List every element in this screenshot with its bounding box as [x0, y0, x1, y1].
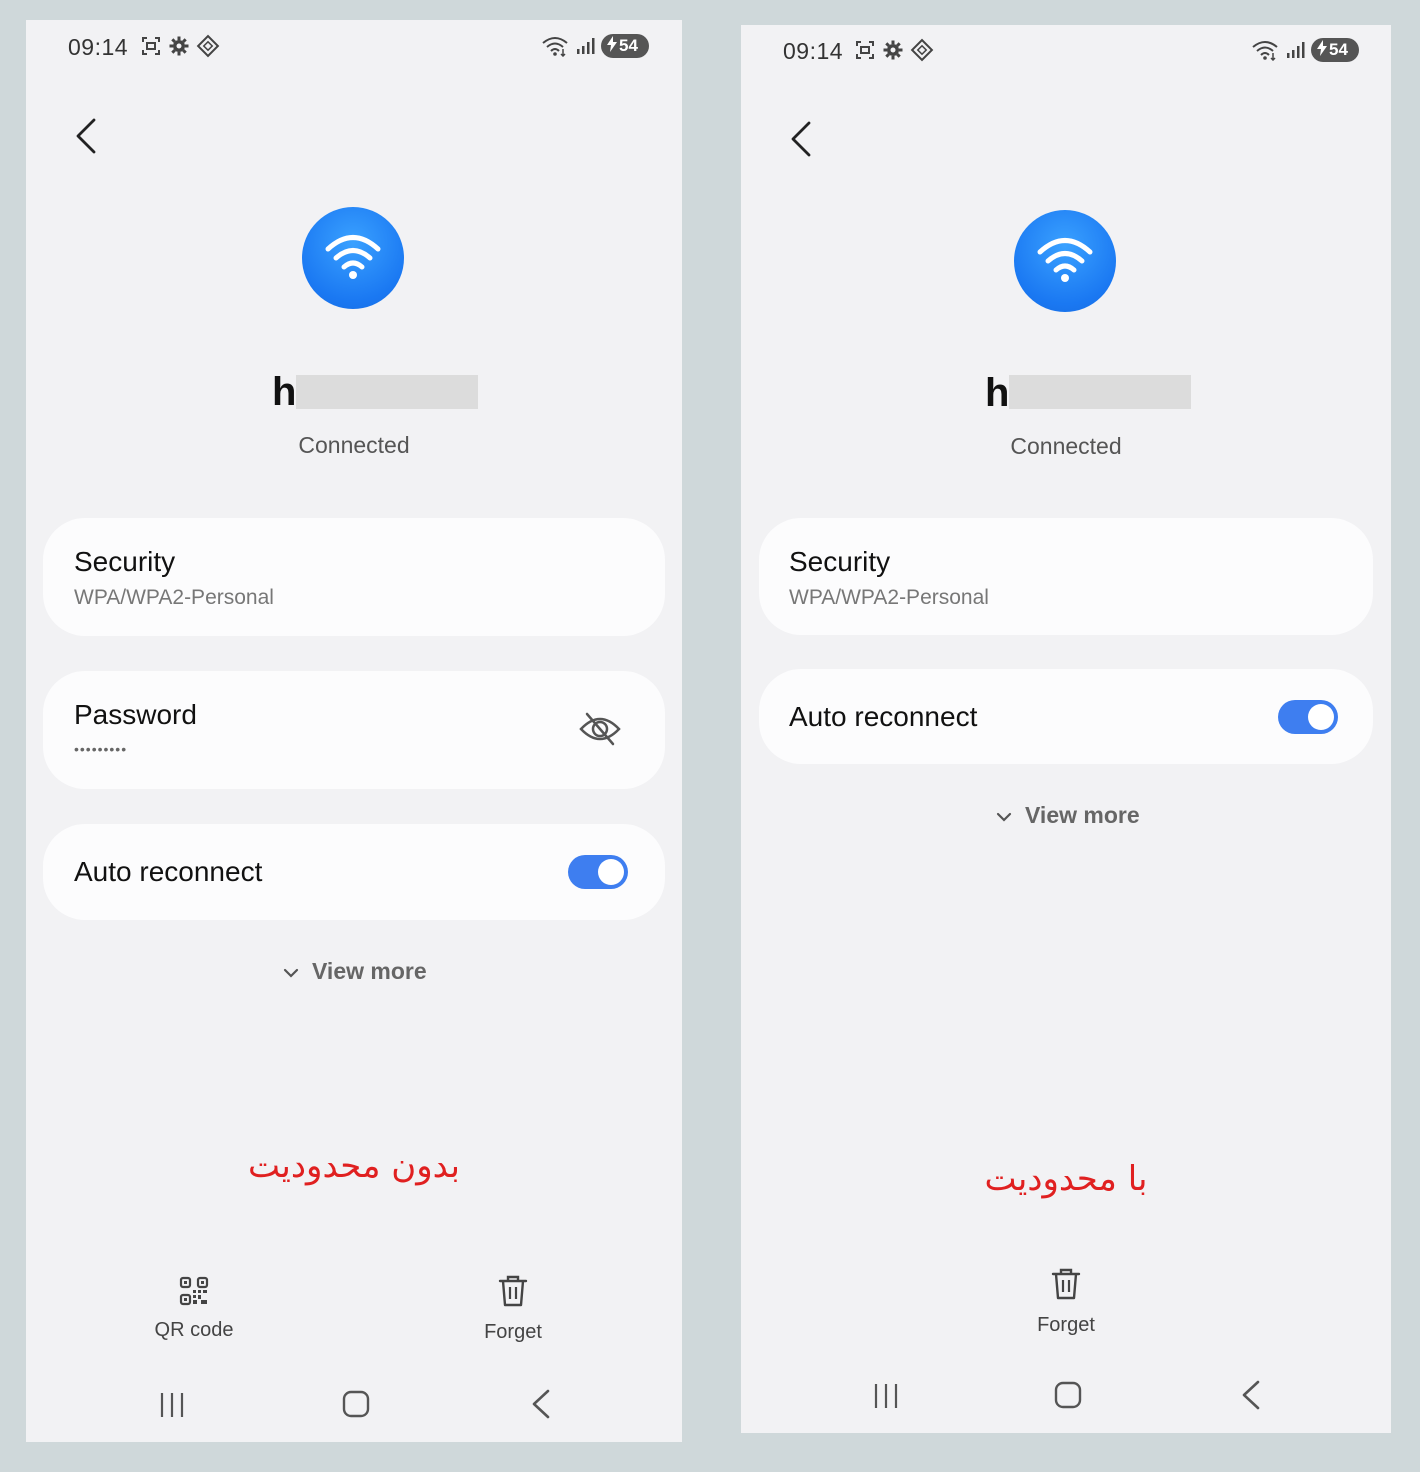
- security-label: Security: [74, 546, 176, 577]
- back-chevron-icon: [787, 121, 817, 163]
- annotation-no-restriction: بدون محدودیت: [248, 1146, 460, 1186]
- forget-label: Forget: [484, 1321, 542, 1343]
- view-more-label: View more: [1025, 802, 1140, 828]
- nav-back-button[interactable]: [526, 1388, 556, 1425]
- cell-signal-icon: [575, 36, 595, 56]
- network-name-redaction: [1009, 375, 1191, 409]
- connection-status: Connected: [1010, 433, 1122, 459]
- home-icon: [1053, 1381, 1083, 1414]
- screenshot-icon: [854, 39, 876, 61]
- qr-code-button[interactable]: QR code: [144, 1276, 244, 1342]
- back-button[interactable]: [72, 116, 102, 156]
- auto-reconnect-label: Auto reconnect: [789, 701, 978, 732]
- chevron-down-icon: [995, 802, 1013, 829]
- recent-apps-button[interactable]: [872, 1381, 902, 1416]
- password-label: Password: [74, 699, 197, 730]
- status-time: 09:14: [68, 34, 129, 60]
- recent-apps-button[interactable]: [158, 1390, 188, 1425]
- nav-back-icon: [526, 1389, 556, 1424]
- phone-screen-unrestricted: 09:14 54 h Connected Security WPA/WPA2-P…: [26, 20, 682, 1442]
- auto-reconnect-toggle[interactable]: [568, 855, 628, 889]
- screenshot-icon: [140, 35, 162, 57]
- security-card[interactable]: Security WPA/WPA2-Personal: [43, 518, 665, 636]
- auto-reconnect-label: Auto reconnect: [74, 856, 263, 887]
- battery-level: 54: [619, 36, 638, 55]
- wifi-signal-icon: [1251, 39, 1279, 61]
- view-more-button[interactable]: View more: [995, 802, 1140, 829]
- password-card[interactable]: Password •••••••••: [43, 671, 665, 789]
- eye-off-icon: [578, 712, 622, 753]
- gear-icon: [168, 35, 190, 57]
- annotation-with-restriction: با محدودیت: [984, 1159, 1148, 1199]
- diamond-app-icon: [196, 34, 220, 58]
- status-icons-right: 54: [1251, 38, 1359, 62]
- auto-reconnect-card[interactable]: Auto reconnect: [759, 669, 1373, 764]
- trash-icon: [1051, 1267, 1081, 1306]
- recent-apps-icon: [158, 1393, 188, 1424]
- gear-icon: [882, 39, 904, 61]
- back-chevron-icon: [72, 118, 102, 160]
- chevron-down-icon: [282, 958, 300, 985]
- auto-reconnect-card[interactable]: Auto reconnect: [43, 824, 665, 920]
- nav-back-button[interactable]: [1236, 1379, 1266, 1416]
- battery-indicator: 54: [1311, 38, 1359, 62]
- auto-reconnect-toggle[interactable]: [1278, 700, 1338, 734]
- security-value: WPA/WPA2-Personal: [789, 586, 989, 609]
- home-icon: [341, 1390, 371, 1423]
- wifi-network-icon: [1014, 210, 1116, 312]
- back-button[interactable]: [787, 119, 817, 159]
- security-value: WPA/WPA2-Personal: [74, 586, 274, 609]
- forget-label: Forget: [1037, 1314, 1095, 1336]
- phone-screen-restricted: 09:14 54 h Connected Security WPA/WPA2-P…: [741, 25, 1391, 1433]
- cell-signal-icon: [1285, 40, 1305, 60]
- wifi-network-icon: [302, 207, 404, 309]
- forget-button[interactable]: Forget: [463, 1274, 563, 1344]
- status-icons-right: 54: [541, 34, 649, 58]
- battery-indicator: 54: [601, 34, 649, 58]
- status-icons-left: [140, 34, 220, 58]
- wifi-icon: [324, 232, 382, 285]
- network-name: h: [272, 370, 297, 414]
- wifi-icon: [1036, 235, 1094, 288]
- view-more-button[interactable]: View more: [282, 958, 427, 985]
- security-label: Security: [789, 546, 891, 577]
- forget-button[interactable]: Forget: [1016, 1267, 1116, 1337]
- connection-status: Connected: [298, 432, 410, 458]
- qr-code-icon: [179, 1276, 209, 1311]
- network-name: h: [985, 371, 1010, 415]
- view-more-label: View more: [312, 958, 427, 984]
- status-time: 09:14: [783, 38, 844, 64]
- toggle-knob: [1308, 704, 1334, 730]
- recent-apps-icon: [872, 1384, 902, 1415]
- diamond-app-icon: [910, 38, 934, 62]
- toggle-knob: [598, 859, 624, 885]
- qr-code-label: QR code: [154, 1319, 234, 1341]
- show-password-button[interactable]: [578, 709, 622, 754]
- wifi-signal-icon: [541, 35, 569, 57]
- battery-level: 54: [1329, 40, 1348, 59]
- network-name-redaction: [296, 375, 478, 409]
- home-button[interactable]: [341, 1389, 371, 1424]
- trash-icon: [498, 1274, 528, 1313]
- security-card[interactable]: Security WPA/WPA2-Personal: [759, 518, 1373, 635]
- charging-icon: [607, 35, 617, 57]
- home-button[interactable]: [1053, 1380, 1083, 1415]
- password-value: •••••••••: [74, 741, 128, 757]
- nav-back-icon: [1236, 1380, 1266, 1415]
- status-icons-left: [854, 38, 934, 62]
- charging-icon: [1317, 39, 1327, 61]
